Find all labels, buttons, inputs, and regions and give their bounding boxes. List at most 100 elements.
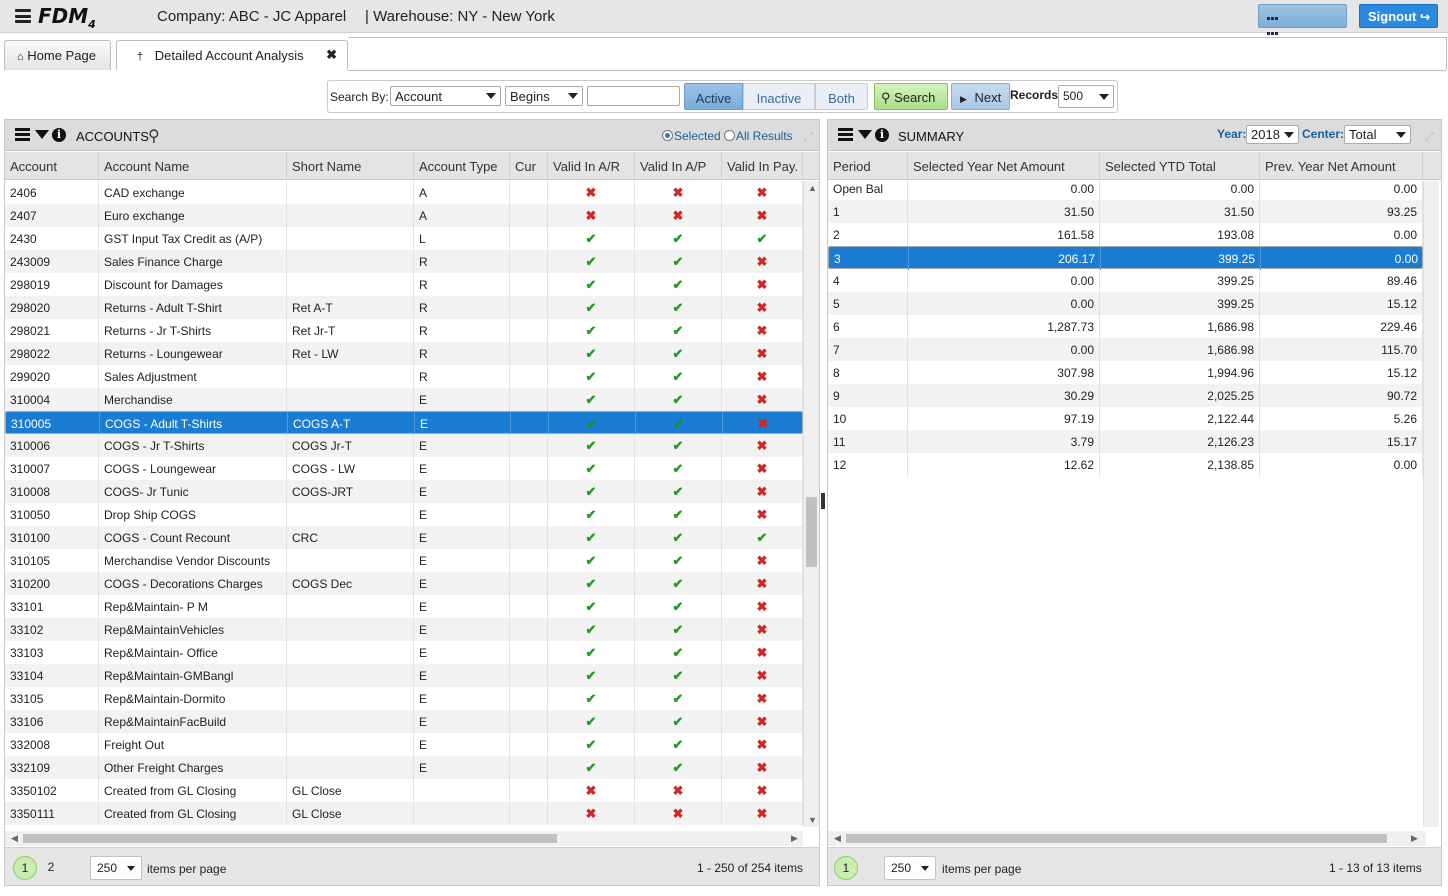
user-menu-button[interactable]: marissab	[1258, 4, 1347, 53]
scroll-left-icon[interactable]: ◀	[834, 833, 841, 844]
search-input[interactable]	[587, 86, 680, 106]
table-row[interactable]: 310100 COGS - Count Recount CRC E ✔ ✔ ✔	[5, 526, 803, 549]
table-row[interactable]: 10 97.19 2,122.44 5.26	[828, 407, 1423, 430]
table-row[interactable]: 3350111 Created from GL Closing GL Close ✖ ✖…	[5, 802, 803, 825]
column-header-pay[interactable]: Valid In Pay.	[722, 152, 803, 180]
table-row[interactable]: 2 161.58 193.08 0.00	[828, 223, 1423, 246]
page-1-button[interactable]: 1	[834, 856, 858, 880]
radio-selected-circle[interactable]	[662, 130, 673, 141]
table-row[interactable]: 310005 COGS - Adult T-Shirts COGS A-T E ✔ ✔ ✖	[5, 411, 803, 435]
table-row[interactable]: 298020 Returns - Adult T-Shirt Ret A-T R ✔ ✔ ✖	[5, 296, 803, 319]
column-header-type[interactable]: Account Type	[414, 152, 510, 180]
column-header-account[interactable]: Account	[5, 152, 99, 180]
year-select[interactable]: 2018	[1246, 125, 1299, 144]
radio-all-results[interactable]: All Results	[724, 129, 793, 143]
info-icon[interactable]: i	[875, 128, 889, 142]
main-menu-icon[interactable]	[15, 9, 31, 23]
column-header-name[interactable]: Account Name	[99, 152, 287, 180]
expand-icon[interactable]: ⤢	[1424, 129, 1437, 144]
column-header-period[interactable]: Period	[828, 152, 908, 180]
next-button[interactable]: ▶ Next	[951, 83, 1010, 110]
table-row[interactable]: 9 30.29 2,025.25 90.72	[828, 384, 1423, 407]
table-row[interactable]: 2406 CAD exchange A ✖ ✖ ✖	[5, 181, 803, 204]
signout-button[interactable]: Signout ↪	[1359, 4, 1438, 28]
table-row[interactable]: 299020 Sales Adjustment R ✔ ✔ ✖	[5, 365, 803, 388]
accounts-vertical-scrollbar[interactable]: ▲ ▼	[803, 181, 819, 827]
table-row[interactable]: 298022 Returns - Loungewear Ret - LW R ✔ ✔ ✖	[5, 342, 803, 365]
table-row[interactable]: 6 1,287.73 1,686.98 229.46	[828, 315, 1423, 338]
table-row[interactable]: 310200 COGS - Decorations Charges COGS Dec…	[5, 572, 803, 595]
scrollbar-thumb[interactable]	[806, 497, 817, 567]
status-inactive-toggle[interactable]: Inactive	[743, 83, 815, 110]
table-row[interactable]: 33102 Rep&MaintainVehicles E ✔ ✔ ✖	[5, 618, 803, 641]
status-active-toggle[interactable]: Active	[684, 83, 743, 110]
table-row[interactable]: 298019 Discount for Damages R ✔ ✔ ✖	[5, 273, 803, 296]
table-row[interactable]: 310007 COGS - Loungewear COGS - LW E ✔ ✔ ✖	[5, 457, 803, 480]
search-icon[interactable]: ⚲	[148, 126, 160, 146]
center-select[interactable]: Total	[1344, 125, 1411, 144]
table-row[interactable]: 4 0.00 399.25 89.46	[828, 269, 1423, 292]
filter-icon[interactable]	[35, 130, 49, 139]
pin-icon[interactable]: †	[137, 51, 143, 63]
table-row[interactable]: 310006 COGS - Jr T-Shirts COGS Jr-T E ✔ ✔ ✖	[5, 434, 803, 457]
table-row[interactable]: 332008 Freight Out E ✔ ✔ ✖	[5, 733, 803, 756]
table-row[interactable]: 243009 Sales Finance Charge R ✔ ✔ ✖	[5, 250, 803, 273]
radio-selected[interactable]: Selected	[662, 129, 721, 143]
search-button[interactable]: ⚲ Search	[874, 83, 948, 110]
table-row[interactable]: 12 12.62 2,138.85 0.00	[828, 453, 1423, 476]
column-header-prev[interactable]: Prev. Year Net Amount	[1260, 152, 1423, 180]
table-row[interactable]: 3 206.17 399.25 0.00	[828, 246, 1423, 270]
accounts-horizontal-scrollbar[interactable]: ◀ ▶	[5, 831, 803, 846]
summary-horizontal-scrollbar[interactable]: ◀ ▶	[828, 831, 1426, 846]
table-row[interactable]: 33103 Rep&Maintain- Office E ✔ ✔ ✖	[5, 641, 803, 664]
info-icon[interactable]: i	[52, 128, 66, 142]
table-row[interactable]: 8 307.98 1,994.96 15.12	[828, 361, 1423, 384]
page-size-select[interactable]: 250	[884, 856, 936, 880]
search-mode-select[interactable]: Begins	[505, 86, 583, 106]
column-header-cur[interactable]: Cur	[510, 152, 548, 180]
page-2-button[interactable]: 2	[39, 856, 63, 880]
table-row[interactable]: 1 31.50 31.50 93.25	[828, 200, 1423, 223]
table-row[interactable]: 3350102 Created from GL Closing GL Close ✖ ✖…	[5, 779, 803, 802]
scroll-right-icon[interactable]: ▶	[1411, 833, 1418, 844]
table-row[interactable]: 33104 Rep&Maintain-GMBangl E ✔ ✔ ✖	[5, 664, 803, 687]
table-row[interactable]: 33105 Rep&Maintain-Dormito E ✔ ✔ ✖	[5, 687, 803, 710]
panel-splitter[interactable]	[821, 493, 825, 509]
tab-home-page[interactable]: ⌂ Home Page	[4, 40, 111, 70]
table-row[interactable]: Open Bal 0.00 0.00 0.00	[828, 181, 1423, 200]
table-row[interactable]: 332109 Other Freight Charges E ✔ ✔ ✖	[5, 756, 803, 779]
column-header-ytd[interactable]: Selected YTD Total	[1100, 152, 1260, 180]
scroll-right-icon[interactable]: ▶	[791, 833, 798, 844]
filter-icon[interactable]	[858, 130, 872, 139]
table-row[interactable]: 310050 Drop Ship COGS E ✔ ✔ ✖	[5, 503, 803, 526]
menu-icon[interactable]	[838, 128, 853, 141]
page-size-select[interactable]: 250	[90, 856, 142, 880]
search-field-select[interactable]: Account	[390, 86, 501, 106]
column-header-short[interactable]: Short Name	[287, 152, 414, 180]
scrollbar-thumb[interactable]	[846, 834, 1387, 843]
expand-icon[interactable]: ⤢	[803, 129, 816, 144]
table-row[interactable]: 2430 GST Input Tax Credit as (A/P) L ✔ ✔ ✔	[5, 227, 803, 250]
table-row[interactable]: 2407 Euro exchange A ✖ ✖ ✖	[5, 204, 803, 227]
scroll-down-icon[interactable]: ▼	[808, 815, 817, 825]
table-row[interactable]: 33106 Rep&MaintainFacBuild E ✔ ✔ ✖	[5, 710, 803, 733]
scroll-left-icon[interactable]: ◀	[11, 833, 18, 844]
records-select[interactable]: 500	[1058, 85, 1114, 108]
table-row[interactable]: 7 0.00 1,686.98 115.70	[828, 338, 1423, 361]
summary-vertical-scrollbar[interactable]	[1423, 181, 1439, 827]
column-header-net[interactable]: Selected Year Net Amount	[908, 152, 1100, 180]
table-row[interactable]: 11 3.79 2,126.23 15.17	[828, 430, 1423, 453]
scrollbar-thumb[interactable]	[23, 834, 557, 843]
column-header-ar[interactable]: Valid In A/R	[548, 152, 635, 180]
radio-all-circle[interactable]	[724, 130, 735, 141]
page-1-button[interactable]: 1	[13, 856, 37, 880]
table-row[interactable]: 310008 COGS- Jr Tunic COGS-JRT E ✔ ✔ ✖	[5, 480, 803, 503]
menu-icon[interactable]	[15, 128, 30, 141]
column-header-ap[interactable]: Valid In A/P	[635, 152, 722, 180]
status-both-toggle[interactable]: Both	[815, 83, 868, 110]
close-tab-icon[interactable]: ✖	[326, 47, 337, 63]
table-row[interactable]: 310105 Merchandise Vendor Discounts E ✔ ✔ ✖	[5, 549, 803, 572]
table-row[interactable]: 310004 Merchandise E ✔ ✔ ✖	[5, 388, 803, 411]
scroll-up-icon[interactable]: ▲	[808, 183, 817, 193]
table-row[interactable]: 33101 Rep&Maintain- P M E ✔ ✔ ✖	[5, 595, 803, 618]
